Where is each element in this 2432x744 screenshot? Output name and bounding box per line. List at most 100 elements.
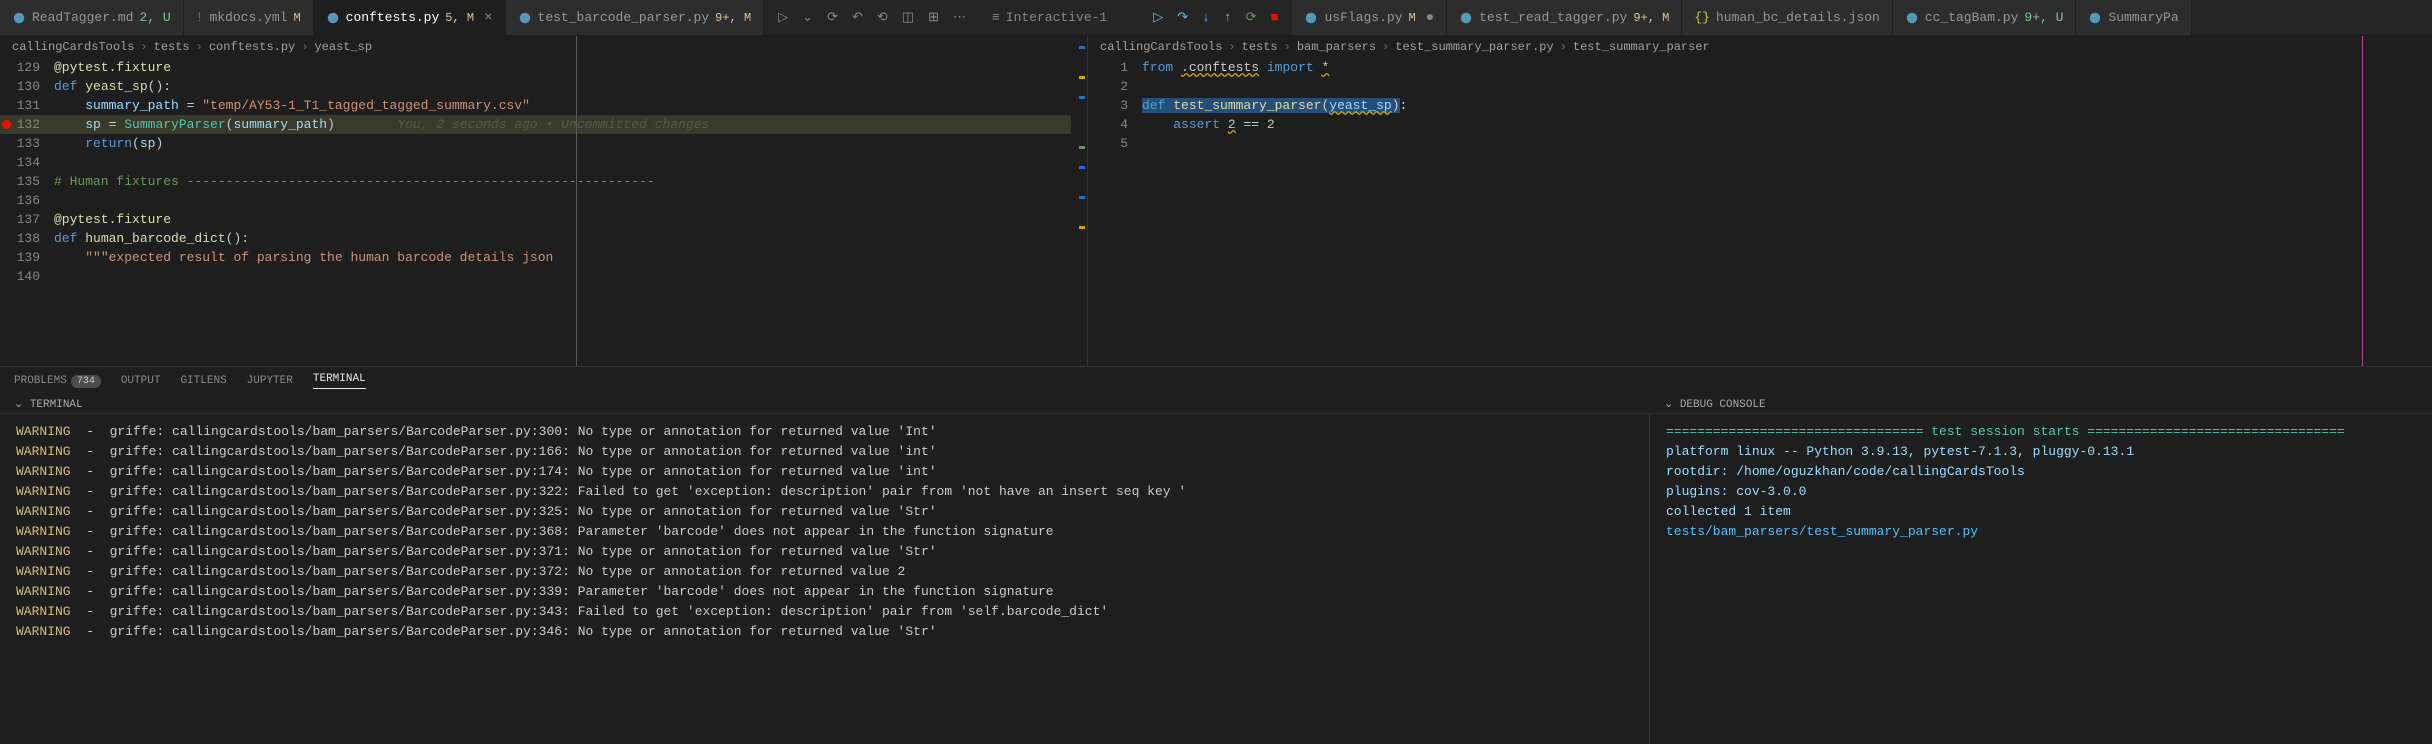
line-number: 138 [0,229,54,248]
code-area-left[interactable]: 129@pytest.fixture130def yeast_sp():131 … [0,58,1087,286]
breadcrumb-item[interactable]: callingCardsTools [12,40,134,54]
debug-console-line: platform linux -- Python 3.9.13, pytest-… [1666,442,2416,462]
code-line[interactable]: 129@pytest.fixture [0,58,1087,77]
line-number: 137 [0,210,54,229]
grid-icon[interactable]: ⊞ [928,10,939,25]
more-icon[interactable]: ⋯ [953,10,966,25]
debug-console-title: DEBUG CONSOLE [1680,399,1766,411]
tabs-bar: ReadTagger.md 2, U! mkdocs.yml Mconftest… [0,0,2432,36]
line-number: 139 [0,248,54,267]
code-line[interactable]: 138def human_barcode_dict(): [0,229,1087,248]
debug-console-line: rootdir: /home/oguzkhan/code/callingCard… [1666,462,2416,482]
terminal-line: WARNING - griffe: callingcardstools/bam_… [16,482,1633,502]
debug-icon[interactable]: ⟳ [827,10,838,25]
tab-label: test_read_tagger.py [1479,10,1627,25]
breadcrumb-item[interactable]: test_summary_parser [1573,40,1710,54]
tab-mkdocs-yml[interactable]: ! mkdocs.yml M [184,0,314,35]
breadcrumb-item[interactable]: callingCardsTools [1100,40,1222,54]
breadcrumb-sep: › [140,40,147,54]
code-line[interactable]: 1from .conftests import * [1088,58,2432,77]
line-number: 134 [0,153,54,172]
code-line[interactable]: 131 summary_path = "temp/AY53-1_T1_tagge… [0,96,1087,115]
line-number: 2 [1088,77,1142,96]
close-icon[interactable]: × [484,10,492,26]
breadcrumb-sep: › [301,40,308,54]
debug-console-line: tests/bam_parsers/test_summary_parser.py [1666,522,2416,542]
code-line[interactable]: 5 [1088,134,2432,153]
line-number: 140 [0,267,54,286]
terminal-line: WARNING - griffe: callingcardstools/bam_… [16,522,1633,542]
tab-mod-badge: 5, M [445,11,474,25]
breadcrumb-item[interactable]: test_summary_parser.py [1395,40,1553,54]
tab-conftests-py[interactable]: conftests.py 5, M× [314,0,506,35]
line-number: 1 [1088,58,1142,77]
code-line[interactable]: 130def yeast_sp(): [0,77,1087,96]
stop-icon[interactable]: ■ [1271,10,1279,25]
panel-tab-problems[interactable]: PROBLEMS734 [14,375,101,387]
breadcrumb-item[interactable]: conftests.py [209,40,295,54]
tab-test-read-tagger-py[interactable]: test_read_tagger.py 9+, M [1447,0,1682,35]
terminal-line: WARNING - griffe: callingcardstools/bam_… [16,422,1633,442]
tab-cc-tagbam-py[interactable]: cc_tagBam.py 9+, U [1893,0,2077,35]
code-line[interactable]: 139 """expected result of parsing the hu… [0,248,1087,267]
tab-label: mkdocs.yml [209,10,287,25]
restart-icon[interactable]: ⟳ [1246,10,1257,25]
line-number: 129 [0,58,54,77]
panel-tab-gitlens[interactable]: GITLENS [180,375,226,387]
panel-tabs: PROBLEMS734 OUTPUT GITLENS JUPYTER TERMINAL [0,366,2432,395]
code-line[interactable]: 140 [0,267,1087,286]
breadcrumb-item[interactable]: yeast_sp [314,40,372,54]
editor-right: callingCardsTools›tests›bam_parsers›test… [1088,36,2432,366]
panel-tab-output[interactable]: OUTPUT [121,375,161,387]
tab-summarypa[interactable]: SummaryPa [2076,0,2191,35]
repeat-icon[interactable]: ⟲ [877,10,888,25]
minimap-left[interactable] [1071,36,1087,366]
breadcrumb-item[interactable]: tests [154,40,190,54]
code-line[interactable]: 2 [1088,77,2432,96]
terminal-line: WARNING - griffe: callingcardstools/bam_… [16,502,1633,522]
breadcrumb-left[interactable]: callingCardsTools › tests › conftests.py › yea… [0,36,1087,58]
step-out-icon[interactable]: ↑ [1224,10,1232,25]
chevron-down-icon[interactable]: ⌄ [1664,399,1673,411]
tab-usflags-py[interactable]: usFlags.py M● [1292,0,1447,35]
continue-icon[interactable]: ▷ [1153,10,1163,25]
split-icon[interactable]: ◫ [902,10,914,25]
code-line[interactable]: 137@pytest.fixture [0,210,1087,229]
back-icon[interactable]: ↶ [852,10,863,25]
code-line[interactable]: 134 [0,153,1087,172]
tab-human-bc-details-json[interactable]: {} human_bc_details.json [1682,0,1892,35]
code-line[interactable]: 133 return(sp) [0,134,1087,153]
breadcrumb-item[interactable]: bam_parsers [1297,40,1376,54]
tab-label: test_barcode_parser.py [538,10,710,25]
breadcrumb-sep: › [1228,40,1235,54]
breadcrumb-right[interactable]: callingCardsTools›tests›bam_parsers›test… [1088,36,2432,58]
tab-label: ReadTagger.md [32,10,133,25]
breadcrumb-item[interactable]: tests [1242,40,1278,54]
panel-tab-terminal[interactable]: TERMINAL [313,373,366,389]
code-area-right[interactable]: 1from .conftests import *23def test_summ… [1088,58,2432,153]
code-line[interactable]: 135# Human fixtures --------------------… [0,172,1087,191]
breakpoint-icon[interactable] [1,115,11,134]
tab-test-barcode-parser-py[interactable]: test_barcode_parser.py 9+, M [506,0,765,35]
code-line[interactable]: 4 assert 2 == 2 [1088,115,2432,134]
code-line[interactable]: 3def test_summary_parser(yeast_sp): [1088,96,2432,115]
tab-mod-badge: 2, U [139,10,170,25]
interactive-tab[interactable]: ≡ Interactive-1 [980,0,1139,35]
step-over-icon[interactable]: ↷ [1177,10,1188,25]
terminal-pane[interactable]: WARNING - griffe: callingcardstools/bam_… [0,414,1650,744]
breadcrumb-sep: › [196,40,203,54]
step-into-icon[interactable]: ↓ [1202,10,1210,25]
tab-readtagger-md[interactable]: ReadTagger.md 2, U [0,0,184,35]
kernel-lock-icon: ≡ [992,10,1000,25]
debug-console-pane[interactable]: ================================= test s… [1650,414,2432,744]
chevron-down-icon[interactable]: ⌄ [802,10,813,25]
terminal-line: WARNING - griffe: callingcardstools/bam_… [16,462,1633,482]
play-icon[interactable]: ▷ [778,10,788,25]
chevron-down-icon[interactable]: ⌄ [14,399,23,411]
code-line[interactable]: 136 [0,191,1087,210]
code-line[interactable]: 132 sp = SummaryParser(summary_path) You… [0,115,1087,134]
close-icon[interactable]: ● [1426,10,1434,26]
debug-console-header: ⌄ DEBUG CONSOLE [1650,395,2432,414]
tab-label: usFlags.py [1324,10,1402,25]
panel-tab-jupyter[interactable]: JUPYTER [247,375,293,387]
